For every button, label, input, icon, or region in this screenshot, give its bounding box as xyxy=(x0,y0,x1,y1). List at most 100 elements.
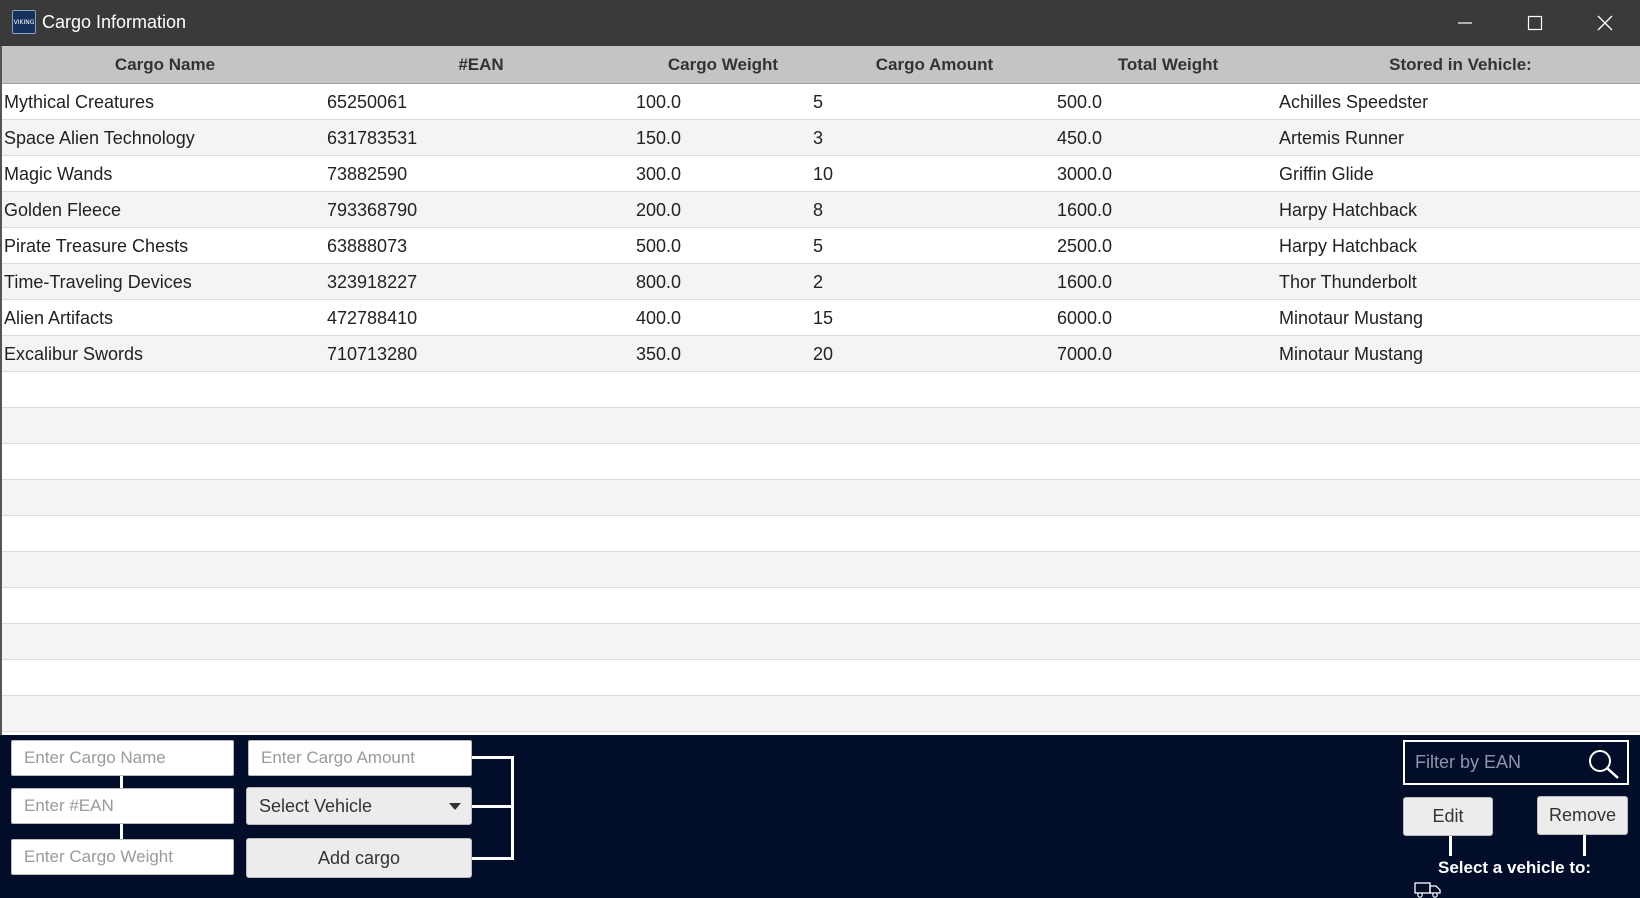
table-row[interactable]: Excalibur Swords 710713280 350.0 20 7000.0 Mi… xyxy=(2,336,1640,372)
cargo-name-input[interactable] xyxy=(11,740,234,776)
chevron-down-icon xyxy=(449,803,461,810)
truck-icon xyxy=(1414,882,1441,898)
ean-input[interactable] xyxy=(11,788,234,824)
table-row[interactable]: Pirate Treasure Chests 63888073 500.0 5 2500… xyxy=(2,228,1640,264)
table-cell: 2 xyxy=(813,272,824,292)
connector-line xyxy=(1449,834,1452,856)
table-row[interactable]: Magic Wands 73882590 300.0 10 3000.0 Griffin … xyxy=(2,156,1640,192)
table-cell: 8 xyxy=(813,200,824,220)
close-icon xyxy=(1597,15,1613,31)
table-cell: 100.0 xyxy=(636,92,682,112)
table-cell: 500.0 xyxy=(1057,92,1103,112)
column-header-ean[interactable]: #EAN xyxy=(328,46,634,84)
table-cell: Pirate Treasure Chests xyxy=(4,236,189,256)
connector-line xyxy=(470,805,514,808)
close-button[interactable] xyxy=(1570,0,1640,46)
table-cell: 150.0 xyxy=(636,128,682,148)
table-cell: Thor Thunderbolt xyxy=(1279,272,1417,292)
table-row[interactable]: Mythical Creatures 65250061 100.0 5 500.0 Ach… xyxy=(2,84,1640,120)
logo-text: VIKING xyxy=(13,18,35,26)
search-icon[interactable] xyxy=(1587,748,1621,780)
table-cell: 500.0 xyxy=(636,236,682,256)
table-cell: 65250061 xyxy=(327,92,408,112)
table-cell: 1600.0 xyxy=(1057,272,1113,292)
table-cell: 631783531 xyxy=(327,128,418,148)
table-row[interactable] xyxy=(2,480,1640,516)
table-row[interactable] xyxy=(2,552,1640,588)
minimize-icon xyxy=(1458,22,1472,24)
table-row[interactable]: Golden Fleece 793368790 200.0 8 1600.0 Harpy … xyxy=(2,192,1640,228)
ean-filter xyxy=(1403,740,1629,785)
table-cell: Alien Artifacts xyxy=(4,308,114,328)
connector-line xyxy=(470,857,514,860)
filter-ean-input[interactable] xyxy=(1409,746,1577,779)
maximize-icon xyxy=(1527,15,1543,31)
table-cell: Space Alien Technology xyxy=(4,128,195,148)
table-cell: 73882590 xyxy=(327,164,408,184)
table-cell: 3 xyxy=(813,128,824,148)
table-row[interactable] xyxy=(2,408,1640,444)
table-row[interactable] xyxy=(2,372,1640,408)
edit-button[interactable]: Edit xyxy=(1403,797,1493,836)
table-cell: Griffin Glide xyxy=(1279,164,1374,184)
add-cargo-button[interactable]: Add cargo xyxy=(246,838,472,878)
table-cell: 3000.0 xyxy=(1057,164,1113,184)
table-cell: Mythical Creatures xyxy=(4,92,155,112)
table-cell: 2500.0 xyxy=(1057,236,1113,256)
title-bar: VIKING Cargo Information xyxy=(0,0,1640,46)
table-cell: 1600.0 xyxy=(1057,200,1113,220)
table-cell: 7000.0 xyxy=(1057,344,1113,364)
table-row[interactable] xyxy=(2,696,1640,732)
table-cell: Minotaur Mustang xyxy=(1279,308,1424,328)
cargo-amount-input[interactable] xyxy=(248,740,472,776)
remove-button[interactable]: Remove xyxy=(1537,796,1628,835)
table-cell: 800.0 xyxy=(636,272,682,292)
table-cell: 10 xyxy=(813,164,834,184)
table-row[interactable] xyxy=(2,588,1640,624)
cargo-table[interactable]: Cargo Name #EAN Cargo Weight Cargo Amoun… xyxy=(0,46,1640,735)
table-cell: Artemis Runner xyxy=(1279,128,1405,148)
table-cell: 300.0 xyxy=(636,164,682,184)
table-cell: Golden Fleece xyxy=(4,200,122,220)
connector-line xyxy=(1583,834,1586,856)
column-header-total-weight[interactable]: Total Weight xyxy=(1057,46,1279,84)
connector-line xyxy=(511,756,514,860)
table-row[interactable] xyxy=(2,660,1640,696)
cargo-weight-input[interactable] xyxy=(11,839,234,875)
table-row[interactable]: Time-Traveling Devices 323918227 800.0 2 160… xyxy=(2,264,1640,300)
table-row[interactable] xyxy=(2,624,1640,660)
vehicle-select-value: Select Vehicle xyxy=(259,796,373,816)
table-cell: 15 xyxy=(813,308,834,328)
maximize-button[interactable] xyxy=(1500,0,1570,46)
column-header-cargo-weight[interactable]: Cargo Weight xyxy=(634,46,812,84)
window-title: Cargo Information xyxy=(42,12,187,32)
table-cell: 472788410 xyxy=(327,308,418,328)
table-cell: Time-Traveling Devices xyxy=(4,272,192,292)
table-row[interactable]: Alien Artifacts 472788410 400.0 15 6000.0 Min… xyxy=(2,300,1640,336)
table-cell: 793368790 xyxy=(327,200,418,220)
table-header: Cargo Name #EAN Cargo Weight Cargo Amoun… xyxy=(2,46,1640,84)
minimize-button[interactable] xyxy=(1430,0,1500,46)
table-cell: Excalibur Swords xyxy=(4,344,144,364)
column-header-cargo-amount[interactable]: Cargo Amount xyxy=(812,46,1057,84)
table-cell: 710713280 xyxy=(327,344,418,364)
table-cell: 400.0 xyxy=(636,308,682,328)
table-cell: 200.0 xyxy=(636,200,682,220)
table-cell: 323918227 xyxy=(327,272,418,292)
table-row[interactable]: Space Alien Technology 631783531 150.0 3 450… xyxy=(2,120,1640,156)
table-cell: 63888073 xyxy=(327,236,408,256)
table-cell: 20 xyxy=(813,344,834,364)
connector-line xyxy=(120,824,123,840)
table-cell: 5 xyxy=(813,92,824,112)
table-row[interactable] xyxy=(2,516,1640,552)
column-header-stored-in-vehicle[interactable]: Stored in Vehicle: xyxy=(1279,46,1640,84)
table-cell: Minotaur Mustang xyxy=(1279,344,1424,364)
column-header-cargo-name[interactable]: Cargo Name xyxy=(2,46,328,84)
table-cell: Achilles Speedster xyxy=(1279,92,1429,112)
table-row[interactable] xyxy=(2,444,1640,480)
table-cell: 450.0 xyxy=(1057,128,1103,148)
table-cell: 5 xyxy=(813,236,824,256)
table-cell: Harpy Hatchback xyxy=(1279,236,1418,256)
vehicle-select[interactable]: Select Vehicle xyxy=(246,787,472,825)
select-vehicle-caption: Select a vehicle to: xyxy=(1438,858,1592,877)
